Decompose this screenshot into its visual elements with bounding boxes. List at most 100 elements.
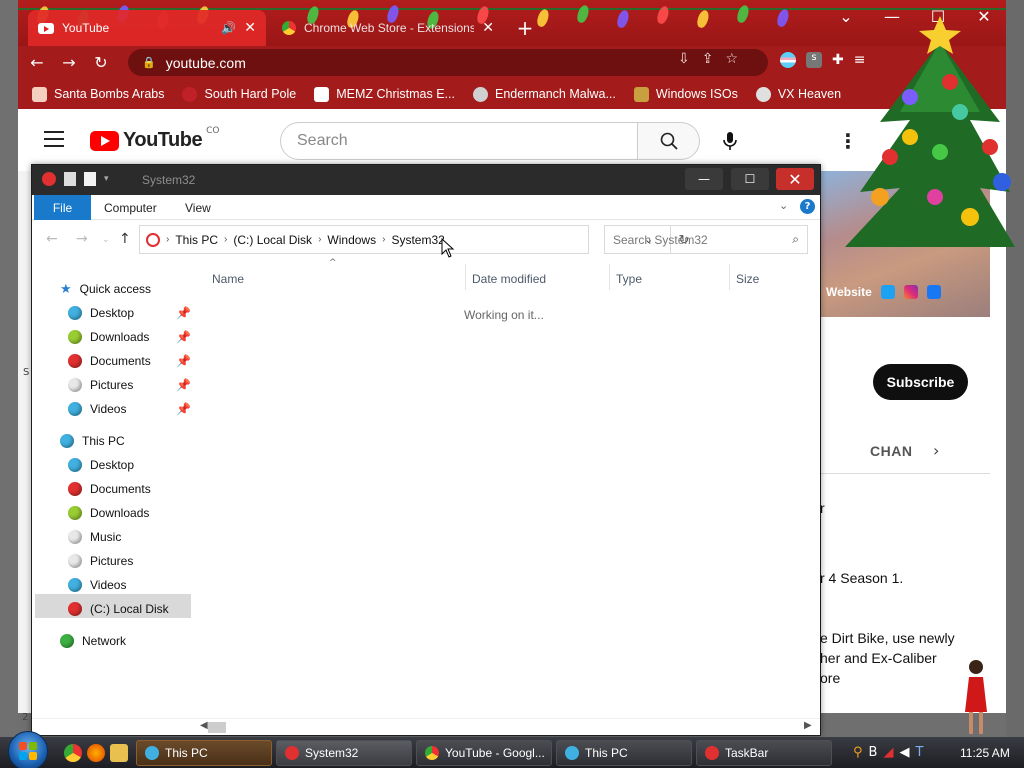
tab-channels[interactable]: CHAN <box>870 443 912 459</box>
forward-arrow-icon[interactable]: → <box>56 50 82 76</box>
nav-item-desktop[interactable]: Desktop <box>68 302 134 324</box>
nav-item-desktop[interactable]: Desktop <box>68 454 134 476</box>
instagram-icon[interactable] <box>903 285 918 299</box>
back-arrow-icon[interactable]: ← <box>24 50 50 76</box>
nav-quick-access[interactable]: ★ Quick access <box>60 278 151 300</box>
bookmark-star-icon[interactable]: ☆ <box>725 51 738 67</box>
tab-chrome-web-store[interactable]: Chrome Web Store - Extensions ✕ <box>272 10 504 46</box>
microphone-icon[interactable] <box>718 129 742 153</box>
speaker-icon[interactable]: 🔊 <box>221 21 236 35</box>
tab-computer[interactable]: Computer <box>104 195 157 220</box>
language-tray-icon[interactable]: T <box>915 745 923 760</box>
bookmark-item[interactable]: Santa Bombs Arabs <box>32 86 164 102</box>
column-header-date-modified[interactable]: Date modified <box>472 272 546 286</box>
taskbar-item-this-pc[interactable]: This PC <box>136 740 272 766</box>
twitter-icon[interactable] <box>880 285 895 299</box>
up-arrow-icon[interactable]: ↑ <box>119 231 131 247</box>
pin-icon[interactable]: 📌 <box>176 378 191 392</box>
scroll-right-icon[interactable]: ▶ <box>804 720 812 731</box>
bookmark-item[interactable]: South Hard Pole <box>182 86 296 102</box>
expand-ribbon-icon[interactable]: ⌄ <box>779 199 788 212</box>
tab-view[interactable]: View <box>185 195 211 220</box>
nav-this-pc[interactable]: This PC <box>60 430 125 452</box>
website-link[interactable]: Website <box>826 285 872 299</box>
nav-item-downloads[interactable]: Downloads <box>68 326 149 348</box>
address-bar[interactable]: 🔒 youtube.com <box>128 49 768 76</box>
explorer-search-input[interactable]: Search System32 ⌕ <box>604 225 808 254</box>
chevron-right-icon[interactable]: › <box>933 441 939 460</box>
nav-item-documents[interactable]: Documents <box>68 478 151 500</box>
nav-item-pictures[interactable]: Pictures <box>68 374 133 396</box>
maximize-button[interactable]: ☐ <box>731 168 769 190</box>
start-button[interactable] <box>8 731 48 768</box>
nav-item-music[interactable]: Music <box>68 526 121 548</box>
separator-icon[interactable]: › <box>224 234 227 245</box>
bookmark-item[interactable]: Endermanch Malwa... <box>472 86 616 102</box>
youtube-logo[interactable]: YouTube CO <box>90 126 219 152</box>
nav-item-local-disk[interactable]: (C:) Local Disk <box>68 598 169 620</box>
clock[interactable]: 11:25 AM <box>960 746 1010 760</box>
pin-icon[interactable]: 📌 <box>176 330 191 344</box>
bookmark-item[interactable]: VX Heaven <box>755 86 841 102</box>
back-arrow-icon[interactable]: ← <box>46 231 58 247</box>
address-breadcrumb[interactable]: › This PC › (C:) Local Disk › Windows › … <box>139 225 689 254</box>
new-tab-button[interactable]: + <box>510 10 540 46</box>
flag-extension-icon[interactable] <box>780 52 796 68</box>
new-folder-icon[interactable] <box>84 172 96 186</box>
nav-item-videos[interactable]: Videos <box>68 574 126 596</box>
minimize-button[interactable]: — <box>685 168 723 190</box>
customize-dropdown-icon[interactable]: ▾ <box>104 174 109 184</box>
network-tray-icon[interactable]: ◢ <box>883 745 893 760</box>
share-icon[interactable]: ⇪ <box>702 51 714 67</box>
firefox-icon[interactable] <box>87 744 105 762</box>
nav-item-downloads[interactable]: Downloads <box>68 502 149 524</box>
forward-arrow-icon[interactable]: → <box>76 231 88 247</box>
column-header-size[interactable]: Size <box>736 272 759 286</box>
breadcrumb-item[interactable]: This PC <box>175 233 218 247</box>
taskbar-item-this-pc[interactable]: This PC <box>556 740 692 766</box>
nav-item-documents[interactable]: Documents <box>68 350 151 372</box>
pin-icon[interactable]: 📌 <box>176 354 191 368</box>
properties-icon[interactable] <box>64 172 76 186</box>
close-tab-icon[interactable]: ✕ <box>482 20 494 36</box>
column-header-name[interactable]: Name <box>212 272 244 286</box>
facebook-icon[interactable] <box>926 285 941 299</box>
taskbar-item-system32[interactable]: System32 <box>276 740 412 766</box>
close-button[interactable]: ✕ <box>776 168 814 190</box>
nav-item-pictures[interactable]: Pictures <box>68 550 133 572</box>
column-separator[interactable] <box>609 264 610 290</box>
breadcrumb-item[interactable]: Windows <box>327 233 376 247</box>
recent-locations-icon[interactable]: ⌄ <box>102 235 110 245</box>
b-tray-icon[interactable]: B <box>869 745 878 760</box>
tab-youtube[interactable]: YouTube 🔊 ✕ <box>28 10 266 46</box>
speaker-tray-icon[interactable]: ◀ <box>899 745 909 760</box>
youtube-search-button[interactable] <box>638 122 700 160</box>
separator-icon[interactable]: › <box>318 234 321 245</box>
pin-icon[interactable]: 📌 <box>176 402 191 416</box>
taskbar-item-taskbar[interactable]: TaskBar <box>696 740 832 766</box>
horizontal-scrollbar[interactable]: ◀ ▶ <box>32 718 820 735</box>
breadcrumb-item[interactable]: System32 <box>391 233 444 247</box>
install-app-icon[interactable]: ⇩ <box>678 51 690 67</box>
column-separator[interactable] <box>729 264 730 290</box>
taskbar-item-youtube[interactable]: YouTube - Googl... <box>416 740 552 766</box>
subscribe-button[interactable]: Subscribe <box>873 364 968 400</box>
close-tab-icon[interactable]: ✕ <box>244 20 256 36</box>
folder-icon[interactable] <box>110 744 128 762</box>
reload-icon[interactable]: ↻ <box>88 50 114 76</box>
separator-icon[interactable]: › <box>382 234 385 245</box>
search-icon[interactable]: ⚲ <box>853 745 863 760</box>
nav-network[interactable]: Network <box>60 630 126 652</box>
column-separator[interactable] <box>465 264 466 290</box>
tab-file[interactable]: File <box>34 195 91 220</box>
youtube-search-input[interactable]: Search <box>280 122 638 160</box>
chrome-icon[interactable] <box>64 744 82 762</box>
nav-item-videos[interactable]: Videos <box>68 398 126 420</box>
bookmark-item[interactable]: MEMZ Christmas E... <box>314 86 455 102</box>
breadcrumb-item[interactable]: (C:) Local Disk <box>233 233 312 247</box>
scroll-thumb[interactable] <box>208 722 226 733</box>
pin-icon[interactable]: 📌 <box>176 306 191 320</box>
scroll-left-icon[interactable]: ◀ <box>200 720 208 731</box>
s-extension-icon[interactable]: s <box>806 52 822 68</box>
hamburger-menu-icon[interactable] <box>44 131 64 147</box>
